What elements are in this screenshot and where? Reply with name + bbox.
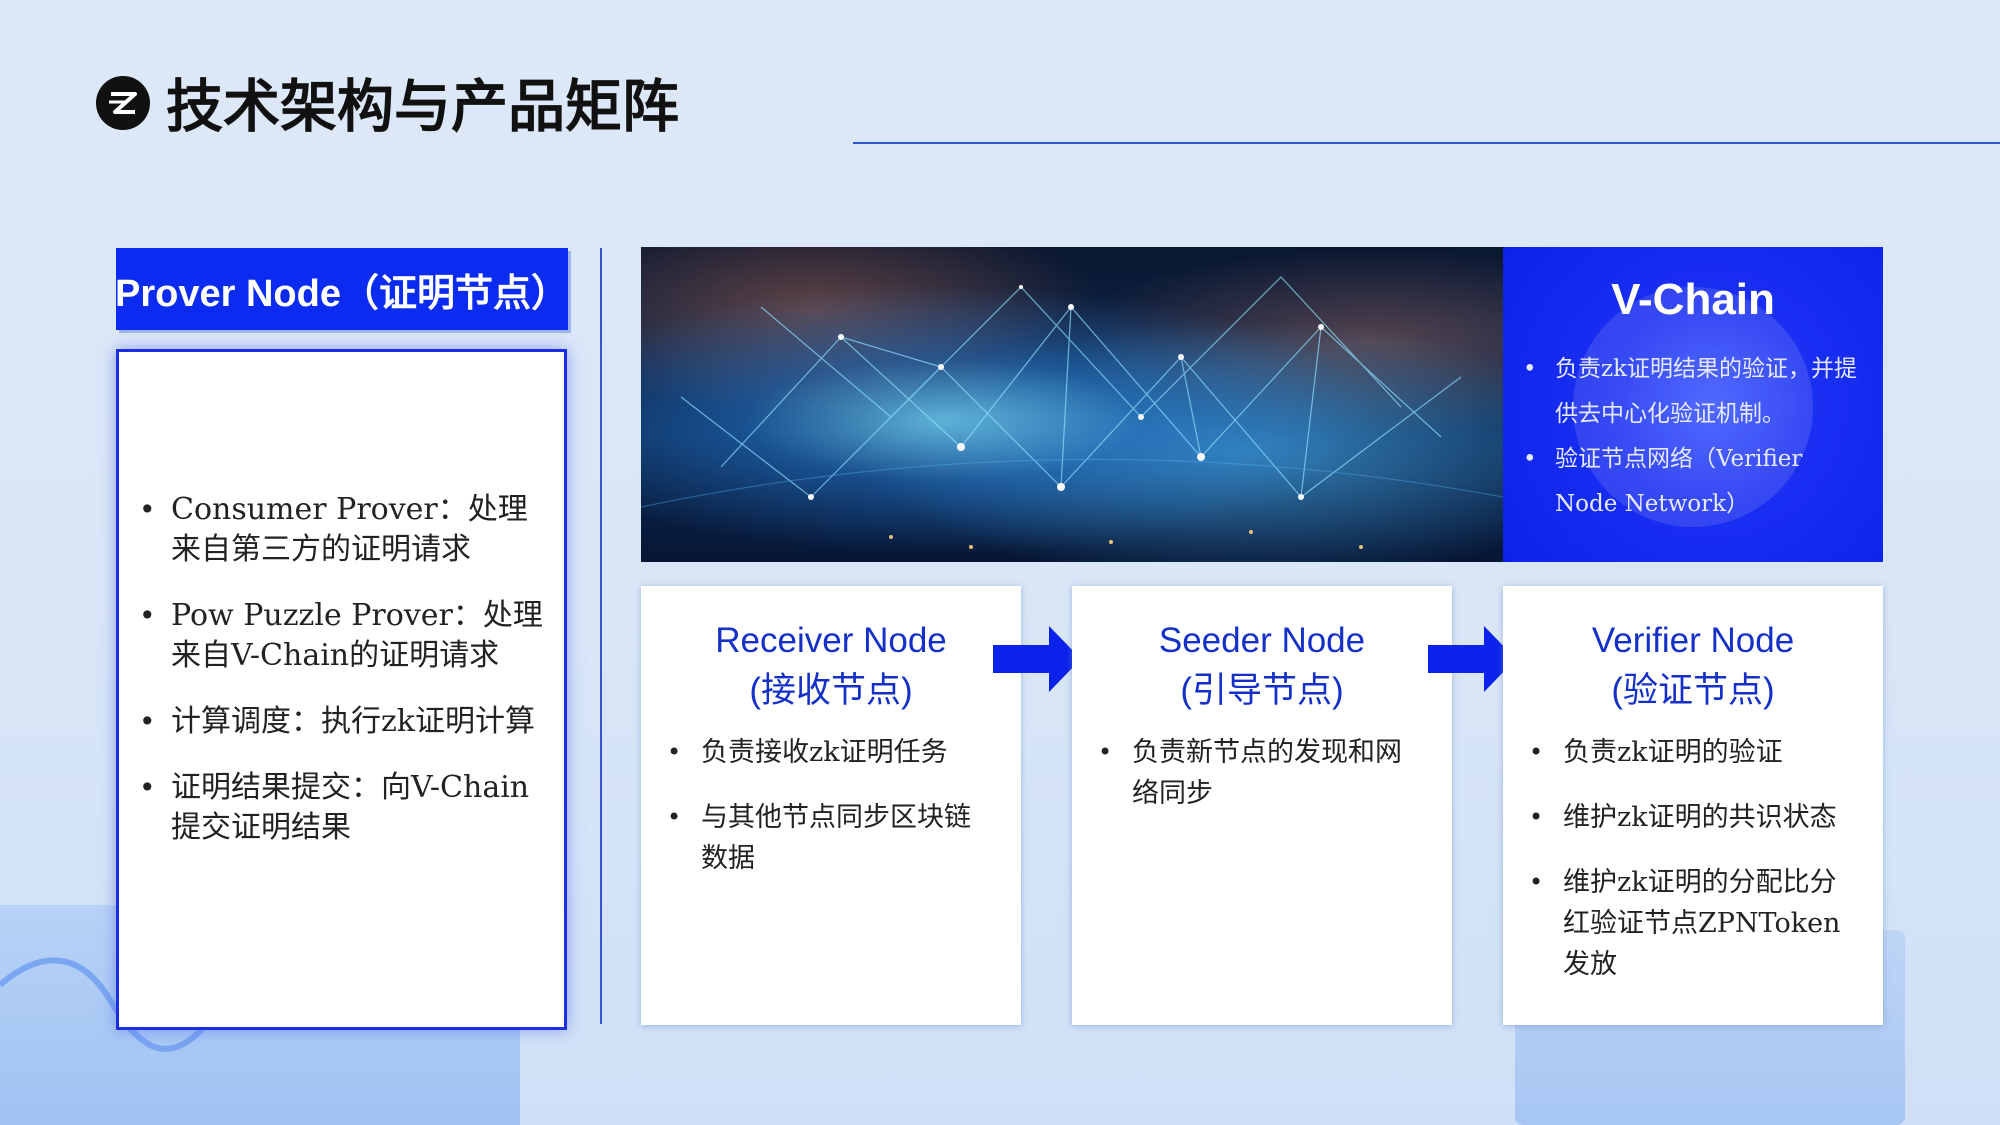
v-chain-title: V-Chain bbox=[1611, 275, 1775, 324]
prover-node-panel: Consumer Prover：处理来自第三方的证明请求 Pow Puzzle … bbox=[116, 349, 567, 1030]
title-divider bbox=[853, 142, 2000, 144]
network-lines-graphic bbox=[641, 276, 1503, 549]
vertical-divider bbox=[600, 248, 602, 1024]
list-item: 负责zk证明的验证 bbox=[1529, 732, 1859, 773]
card-title-cn: (接收节点) bbox=[749, 671, 913, 710]
card-list: 负责zk证明的验证 维护zk证明的共识状态 维护zk证明的分配比分红验证节点ZP… bbox=[1529, 732, 1859, 1009]
list-item: 证明结果提交：向V-Chain提交证明结果 bbox=[139, 768, 554, 848]
list-item: 维护zk证明的共识状态 bbox=[1529, 797, 1859, 838]
list-item: 计算调度：执行zk证明计算 bbox=[139, 702, 554, 742]
list-item: 维护zk证明的分配比分红验证节点ZPNToken发放 bbox=[1529, 862, 1859, 985]
card-title-en: Verifier Node bbox=[1591, 621, 1795, 660]
card-title: Verifier Node (验证节点) bbox=[1503, 616, 1883, 716]
receiver-node-card: Receiver Node (接收节点) 负责接收zk证明任务 与其他节点同步区… bbox=[641, 586, 1021, 1025]
card-title-en: Seeder Node bbox=[1158, 621, 1366, 660]
list-item: Pow Puzzle Prover：处理来自V-Chain的证明请求 bbox=[139, 596, 554, 676]
page-title: 技术架构与产品矩阵 bbox=[166, 74, 679, 140]
v-chain-panel: V-Chain 负责zk证明结果的验证，并提供去中心化验证机制。 验证节点网络（… bbox=[1503, 247, 1883, 562]
brand-logo-icon bbox=[96, 76, 150, 130]
card-title-cn: (验证节点) bbox=[1611, 671, 1775, 710]
seeder-node-card: Seeder Node (引导节点) 负责新节点的发现和网络同步 bbox=[1072, 586, 1452, 1025]
list-item: 负责新节点的发现和网络同步 bbox=[1098, 732, 1428, 814]
list-item: 负责接收zk证明任务 bbox=[667, 732, 997, 773]
prover-node-list: Consumer Prover：处理来自第三方的证明请求 Pow Puzzle … bbox=[139, 490, 554, 874]
card-title-cn: (引导节点) bbox=[1180, 671, 1344, 710]
list-item: 与其他节点同步区块链数据 bbox=[667, 797, 997, 879]
list-item: 负责zk证明结果的验证，并提供去中心化验证机制。 bbox=[1523, 347, 1868, 437]
v-chain-list: 负责zk证明结果的验证，并提供去中心化验证机制。 验证节点网络（Verifier… bbox=[1523, 347, 1868, 527]
card-title-en: Receiver Node bbox=[715, 621, 947, 660]
prover-node-header: Prover Node（证明节点） bbox=[115, 248, 569, 330]
network-globe-image bbox=[641, 247, 1503, 562]
card-list: 负责接收zk证明任务 与其他节点同步区块链数据 bbox=[667, 732, 997, 903]
right-arrow-icon bbox=[993, 626, 1081, 692]
card-title: Seeder Node (引导节点) bbox=[1072, 616, 1452, 716]
verifier-node-card: Verifier Node (验证节点) 负责zk证明的验证 维护zk证明的共识… bbox=[1503, 586, 1883, 1025]
card-title: Receiver Node (接收节点) bbox=[641, 616, 1021, 716]
card-list: 负责新节点的发现和网络同步 bbox=[1098, 732, 1428, 838]
list-item: Consumer Prover：处理来自第三方的证明请求 bbox=[139, 490, 554, 570]
list-item: 验证节点网络（Verifier Node Network） bbox=[1523, 437, 1868, 527]
